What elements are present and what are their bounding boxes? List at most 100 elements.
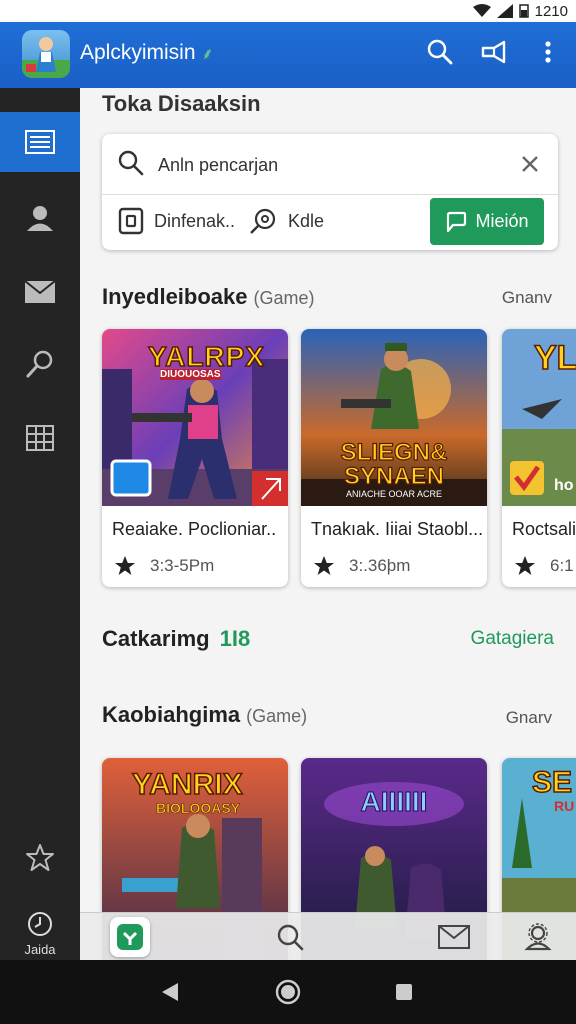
game-art-title: YL: [533, 338, 576, 378]
announce-button[interactable]: [474, 32, 514, 72]
sidebar-item-mail[interactable]: [0, 262, 80, 322]
overflow-menu-button[interactable]: [528, 32, 568, 72]
game-art-subtitle: DIUOUOSAS: [160, 369, 221, 380]
search-input[interactable]: [156, 150, 500, 180]
game-art-title: SLIEGN& SYNAEN: [340, 439, 448, 490]
game-card[interactable]: YL ho Roctsali 6:1: [502, 329, 576, 587]
section-1-title-text: Inyedleiboake: [102, 284, 248, 309]
game-card-title: Reaiake. Poclioniar..: [112, 519, 277, 539]
search-button[interactable]: [420, 32, 460, 72]
app-title-text: Aplckyimisin: [80, 41, 196, 64]
game-card-art: YALRPX DIUOUOSAS: [102, 329, 288, 506]
grid-icon: [26, 425, 54, 451]
bottom-nav-profile[interactable]: [488, 913, 576, 961]
recents-button[interactable]: [388, 976, 420, 1008]
status-bar: 1210: [0, 0, 576, 22]
game-card-art: SLIEGN& SYNAEN ANIACHE OOAR ACRE: [301, 329, 487, 506]
search-icon: [118, 150, 144, 176]
game-art-subtitle: ho: [554, 477, 574, 494]
bottom-nav: [80, 912, 576, 961]
game-card-rating-text: 3:3-5Pm: [150, 556, 215, 575]
status-time: 1210: [534, 2, 568, 20]
star-icon: [515, 556, 535, 575]
game-art-subtitle: BIOLOOASY: [156, 800, 241, 817]
section-2-subtitle: (Game): [246, 706, 308, 726]
main-content: Toka Disaaksin Dinfenak.. Kdle Mieión: [80, 88, 576, 960]
sidebar: Jaida: [0, 88, 80, 960]
star-icon: [115, 556, 135, 575]
game-card-rating: 6:1: [514, 555, 574, 577]
section-2-more-link[interactable]: Gnarv: [506, 708, 552, 728]
game-card-title: Tnakıak. Iiiai Staobl...: [311, 519, 484, 539]
close-icon: [522, 156, 538, 172]
mail-icon: [438, 925, 470, 949]
filter-1-label: Dinfenak..: [154, 210, 236, 231]
megaphone-icon: [481, 40, 506, 64]
app-logo-art: [22, 37, 70, 78]
search-card: Dinfenak.. Kdle Mieión: [102, 134, 558, 250]
sidebar-item-profile[interactable]: [0, 188, 80, 248]
game-card-rating: 3:.36þm: [313, 555, 410, 577]
game-art-title: YANRIX: [131, 767, 243, 802]
game-card-rating: 3:3-5Pm: [114, 555, 214, 577]
section-1-more-link[interactable]: Gnanv: [502, 288, 552, 308]
action-button-label: Mieión: [475, 211, 529, 231]
sidebar-item-grid[interactable]: [0, 408, 80, 468]
list-icon: [25, 130, 55, 154]
more-vert-icon: [545, 41, 551, 63]
action-button[interactable]: Mieión: [430, 198, 544, 245]
filter-row: Dinfenak.. Kdle Mieión: [102, 194, 558, 250]
section-2-title: Kaobiahgima (Game): [102, 702, 307, 728]
app-bar: Aplckyimisin ⸙: [0, 22, 576, 88]
store-icon: [117, 924, 143, 950]
bottom-nav-home[interactable]: [80, 913, 180, 961]
sidebar-item-search[interactable]: [0, 334, 80, 394]
back-button[interactable]: [154, 976, 186, 1008]
person-icon: [27, 206, 53, 231]
signal-icon: [496, 4, 513, 18]
sprout-icon: ⸙: [201, 46, 214, 63]
category-label-text: Catkarimg: [102, 626, 210, 651]
search-icon: [277, 924, 304, 951]
back-icon: [162, 983, 178, 1001]
app-logo[interactable]: [22, 30, 70, 78]
sidebar-bottom-label: Jaida: [24, 942, 56, 957]
key-icon: [250, 208, 276, 234]
game-card[interactable]: SLIEGN& SYNAEN ANIACHE OOAR ACRE Tnakıak…: [301, 329, 487, 587]
app-title: Aplckyimisin ⸙: [80, 41, 214, 65]
game-card-rating-text: 3:.36þm: [349, 556, 411, 575]
system-nav-bar: [0, 960, 576, 1024]
clock-icon: [28, 912, 52, 936]
tablet-icon: [118, 207, 144, 235]
status-icons: 1210: [472, 0, 568, 22]
filter-2-label: Kdle: [288, 210, 325, 231]
category-link[interactable]: Gatagiera: [471, 628, 554, 650]
star-icon: [314, 556, 334, 575]
section-2-title-text: Kaobiahgima: [102, 702, 241, 727]
home-tile: [110, 917, 150, 957]
star-icon: [26, 844, 54, 871]
recents-icon: [396, 984, 412, 1000]
game-art-subtitle: RU: [554, 798, 575, 814]
sidebar-item-list[interactable]: [0, 112, 80, 172]
sidebar-item-favorites[interactable]: [0, 828, 80, 888]
game-card[interactable]: YALRPX DIUOUOSAS Reaiake. Poclioniar.. 3…: [102, 329, 288, 587]
search-icon: [427, 39, 453, 65]
chat-icon: [447, 211, 467, 232]
page-title: Toka Disaaksin: [102, 91, 261, 116]
clear-search-button[interactable]: [516, 150, 544, 178]
section-1-title: Inyedleiboake (Game): [102, 284, 315, 310]
game-card-rating-text: 6:1: [550, 556, 574, 575]
filter-chip-2[interactable]: Kdle: [248, 206, 324, 236]
section-1-subtitle: (Game): [253, 288, 315, 308]
bottom-nav-search[interactable]: [240, 913, 340, 961]
search-icon: [26, 350, 53, 378]
search-row: [102, 134, 558, 195]
home-button[interactable]: [272, 976, 304, 1008]
category-count: 1I8: [219, 626, 251, 651]
filter-chip-1[interactable]: Dinfenak..: [118, 207, 235, 235]
wifi-icon: [472, 4, 491, 17]
game-art-subtitle: ANIACHE OOAR ACRE: [345, 489, 443, 499]
mail-icon: [24, 280, 56, 303]
home-circle-icon: [275, 979, 301, 1005]
